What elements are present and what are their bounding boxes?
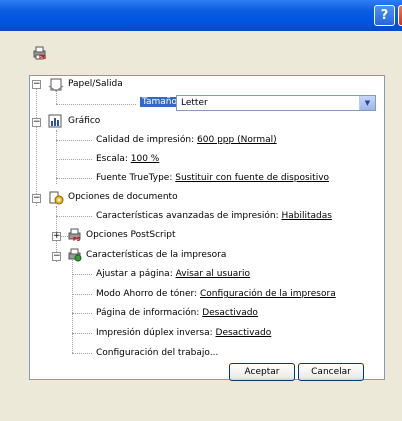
printer-features-label[interactable]: Características de la impresora [86,249,226,262]
collapse-graphic[interactable]: − [32,118,41,127]
truetype-font-value[interactable]: Sustituir con fuente de dispositivo [175,173,329,183]
scaling-value[interactable]: 100 % [131,154,160,164]
truetype-font-item[interactable]: Fuente TrueType: Sustituir con fuente de… [96,172,329,185]
document-options-label[interactable]: Opciones de documento [68,191,178,204]
options-tree: − Papel/Salida Tamaño del papel: Letter … [29,75,385,380]
job-settings-item[interactable]: Configuración del trabajo... [96,347,218,360]
postscript-icon: PS [68,228,81,242]
svg-text:PS: PS [73,237,81,242]
collapse-document-options[interactable]: − [32,194,41,203]
cancel-button[interactable]: Cancelar [298,363,364,381]
info-page-item[interactable]: Página de información: Desactivado [96,307,258,320]
fit-to-page-value[interactable]: Avisar al usuario [176,269,250,279]
svg-text:PS: PS [39,55,47,60]
chart-graphic-icon [48,114,62,128]
help-button[interactable]: ? [374,5,395,26]
print-quality-value[interactable]: 600 ppp (Normal) [197,135,277,145]
paper-output-label[interactable]: Papel/Salida [68,78,123,91]
fit-to-page-item[interactable]: Ajustar a página: Avisar al usuario [96,268,250,281]
collapse-paper-output[interactable]: − [32,80,41,89]
graphic-label[interactable]: Gráfico [68,115,100,128]
printer-features-icon [68,248,82,262]
scaling-item[interactable]: Escala: 100 % [96,153,159,166]
chevron-down-icon[interactable]: ▼ [359,96,375,110]
reverse-duplex-item[interactable]: Impresión dúplex inversa: Desactivado [96,327,271,340]
title-bar: ? X [0,0,402,31]
printer-root-icon: PS [33,46,47,60]
close-button[interactable]: X [398,5,402,26]
toner-save-value[interactable]: Configuración de la impresora [200,289,336,299]
expand-postscript-options[interactable]: + [52,232,61,241]
document-options-icon [49,191,64,205]
paper-size-value: Letter [181,98,208,108]
reverse-duplex-value[interactable]: Desactivado [216,328,272,338]
dialog-body: PS − Papel/Salida Tamaño del papel: Lett… [0,31,402,421]
advanced-features-item[interactable]: Características avanzadas de impresión: … [96,210,332,223]
paper-output-icon [48,78,64,92]
paper-size-dropdown[interactable]: Letter ▼ [176,95,376,111]
toner-save-item[interactable]: Modo Ahorro de tóner: Configuración de l… [96,288,336,301]
info-page-value[interactable]: Desactivado [202,308,258,318]
ok-button[interactable]: Aceptar [229,363,295,381]
collapse-printer-features[interactable]: − [52,252,61,261]
print-quality-item[interactable]: Calidad de impresión: 600 ppp (Normal) [96,134,277,147]
postscript-options-label[interactable]: Opciones PostScript [86,229,175,242]
advanced-features-value[interactable]: Habilitadas [281,211,331,221]
